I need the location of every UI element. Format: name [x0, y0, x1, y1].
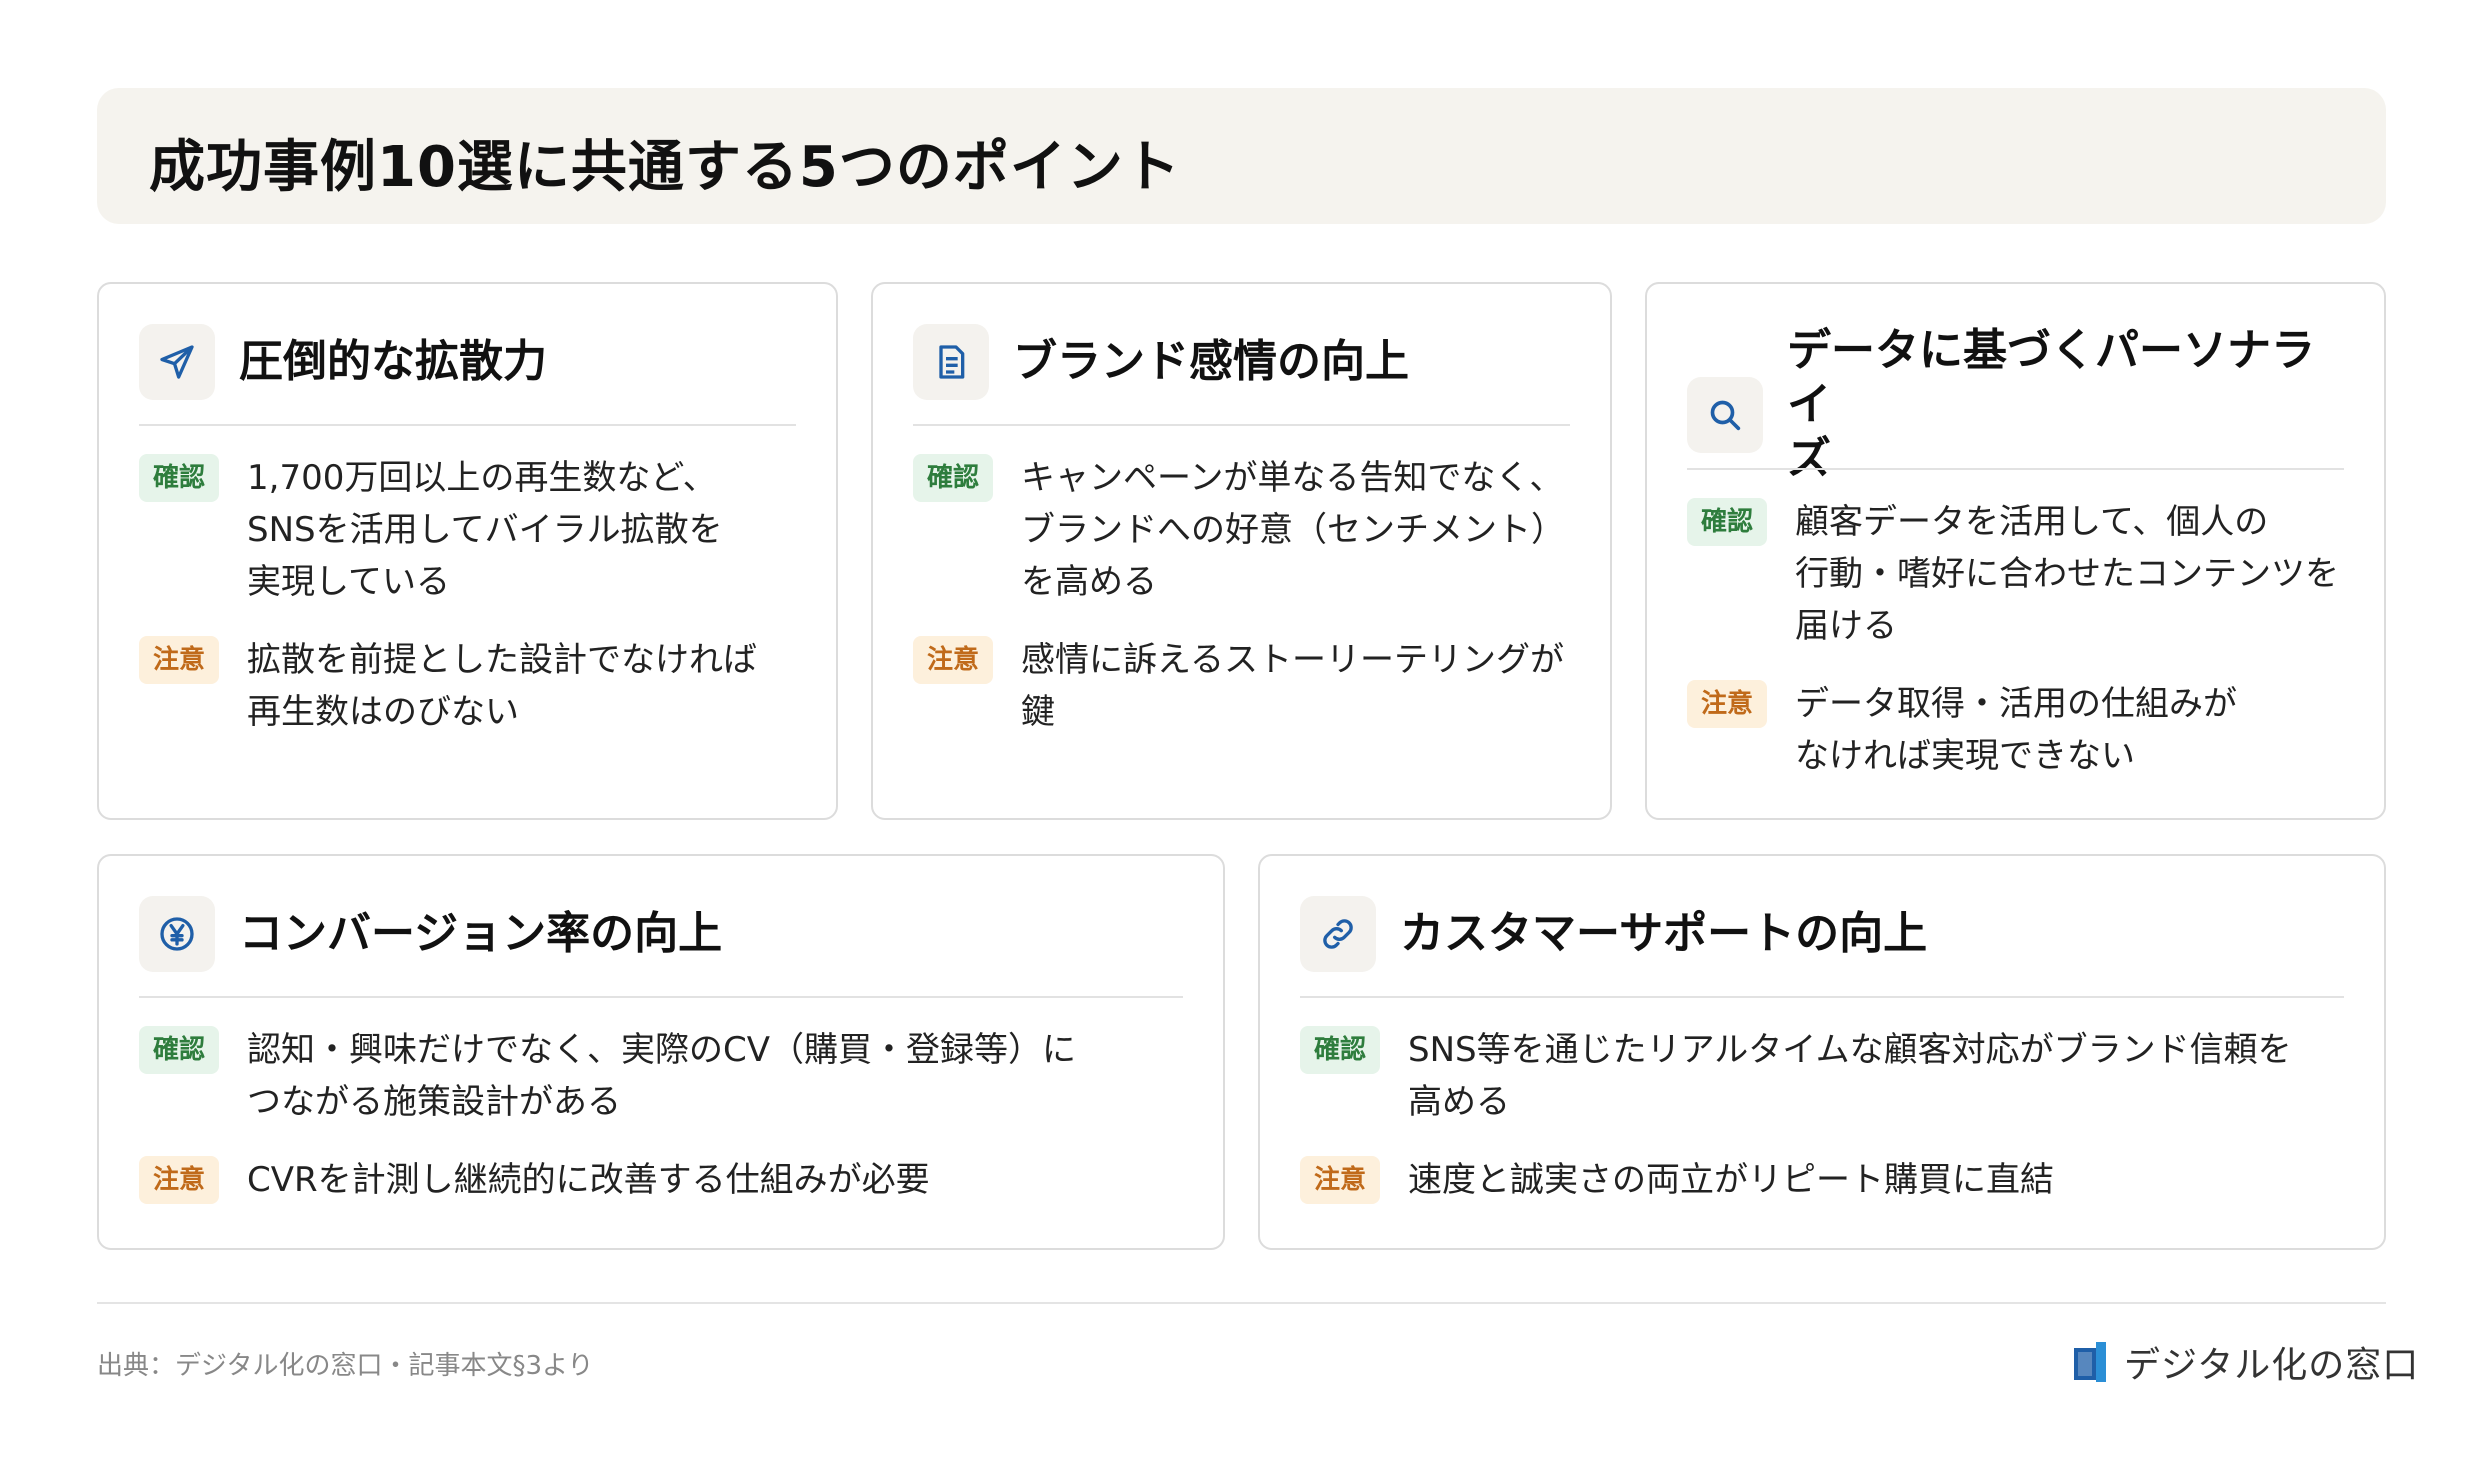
confirm-badge: 確認 — [913, 454, 994, 502]
caution-text: CVRを計測し継続的に改善する仕組みが必要 — [247, 1160, 930, 1200]
yen-icon — [139, 896, 215, 972]
send-icon — [139, 324, 215, 400]
brand-logo: デジタル化の窓口 — [2070, 1336, 2419, 1388]
confirm-text: 顧客データを活用して、個人の 行動・嗜好に合わせたコンテンツを 届ける — [1795, 502, 2340, 646]
page-header: 成功事例10選に共通する5つのポイント — [97, 88, 2386, 224]
caution-badge: 注意 — [139, 1156, 220, 1204]
divider — [913, 424, 1570, 426]
divider — [1300, 996, 2344, 998]
caution-badge: 注意 — [1300, 1156, 1381, 1204]
divider — [139, 996, 1183, 998]
card-title: データに基づくパーソナライ ズ — [1787, 325, 2315, 484]
card-customer-support: カスタマーサポートの向上 確認 SNS等を通じたリアルタイムな顧客対応がブランド… — [1258, 854, 2386, 1250]
link-icon — [1300, 896, 1376, 972]
card-title: 圧倒的な拡散力 — [239, 336, 547, 387]
confirm-badge: 確認 — [139, 1026, 220, 1074]
caution-text: 感情に訴えるストーリーテリングが 鍵 — [1021, 640, 1564, 732]
logo-text: デジタル化の窓口 — [2124, 1345, 2420, 1386]
document-icon — [913, 324, 989, 400]
confirm-text: キャンペーンが単なる告知でなく、 ブランドへの好意（センチメント） を高める — [1021, 458, 1566, 602]
logo-icon — [2074, 1342, 2106, 1382]
divider — [139, 424, 796, 426]
card-title: コンバージョン率の向上 — [239, 908, 723, 959]
confirm-badge: 確認 — [1687, 498, 1768, 546]
card-conversion: コンバージョン率の向上 確認 認知・興味だけでなく、実際のCV（購買・登録等）に… — [97, 854, 1225, 1250]
confirm-text: 1,700万回以上の再生数など、 SNSを活用してバイラル拡散を 実現している — [247, 458, 723, 602]
caution-text: 拡散を前提とした設計でなければ 再生数はのびない — [247, 640, 758, 732]
confirm-badge: 確認 — [1300, 1026, 1381, 1074]
confirm-text: 認知・興味だけでなく、実際のCV（購買・登録等）に つながる施策設計がある — [247, 1030, 1077, 1122]
divider — [1687, 468, 2344, 470]
caution-badge: 注意 — [1687, 680, 1768, 728]
card-brand-sentiment: ブランド感情の向上 確認 キャンペーンが単なる告知でなく、 ブランドへの好意（セ… — [871, 282, 1612, 820]
source-note: 出典：デジタル化の窓口・記事本文§3より — [97, 1351, 594, 1381]
footer-divider — [97, 1302, 2386, 1304]
page-title: 成功事例10選に共通する5つのポイント — [149, 135, 1181, 200]
caution-text: 速度と誠実さの両立がリピート購買に直結 — [1408, 1160, 2055, 1200]
caution-text: データ取得・活用の仕組みが なければ実現できない — [1795, 684, 2238, 776]
search-icon — [1687, 377, 1763, 453]
card-title: ブランド感情の向上 — [1013, 336, 1409, 387]
caution-badge: 注意 — [139, 636, 220, 684]
card-personalization: データに基づくパーソナライ ズ 確認 顧客データを活用して、個人の 行動・嗜好に… — [1645, 282, 2386, 820]
card-diffusion: 圧倒的な拡散力 確認 1,700万回以上の再生数など、 SNSを活用してバイラル… — [97, 282, 838, 820]
card-title: カスタマーサポートの向上 — [1400, 908, 1928, 959]
confirm-badge: 確認 — [139, 454, 220, 502]
caution-badge: 注意 — [913, 636, 994, 684]
confirm-text: SNS等を通じたリアルタイムな顧客対応がブランド信頼を 高める — [1408, 1030, 2292, 1122]
